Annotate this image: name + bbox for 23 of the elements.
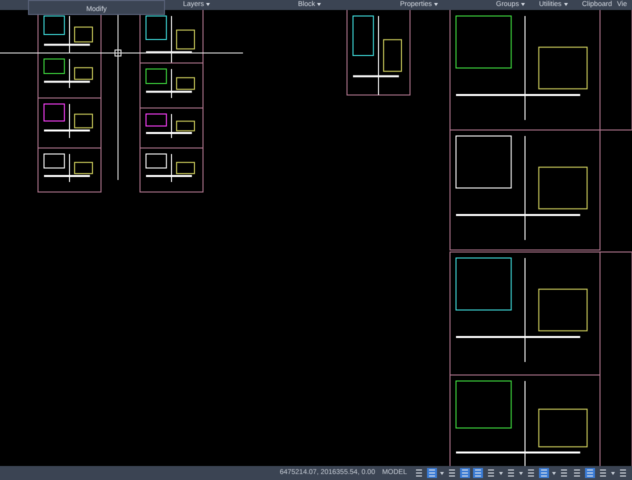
cad-drawing (146, 114, 195, 138)
sheet-frame (140, 62, 204, 108)
cad-drawing (146, 154, 195, 182)
caret-icon (434, 3, 438, 6)
cad-drawing (44, 154, 93, 182)
cad-drawing (146, 68, 195, 98)
caret-icon (317, 3, 322, 6)
cad-drawing (44, 58, 93, 88)
sheet-frame (140, 10, 204, 64)
caret-icon[interactable] (519, 472, 523, 474)
caret-icon (206, 3, 210, 6)
cad-drawing (146, 16, 195, 64)
caret-icon[interactable] (440, 472, 444, 474)
sheet-frame (140, 148, 204, 192)
sheet-frame (38, 148, 102, 192)
caret-icon[interactable] (499, 472, 503, 474)
caret-icon[interactable] (552, 472, 556, 474)
caret-icon[interactable] (611, 472, 615, 474)
sheet-frame (140, 108, 204, 148)
caret-icon (520, 3, 525, 6)
caret-icon (564, 3, 568, 6)
cad-drawing (44, 104, 93, 138)
cad-drawing (44, 16, 93, 54)
